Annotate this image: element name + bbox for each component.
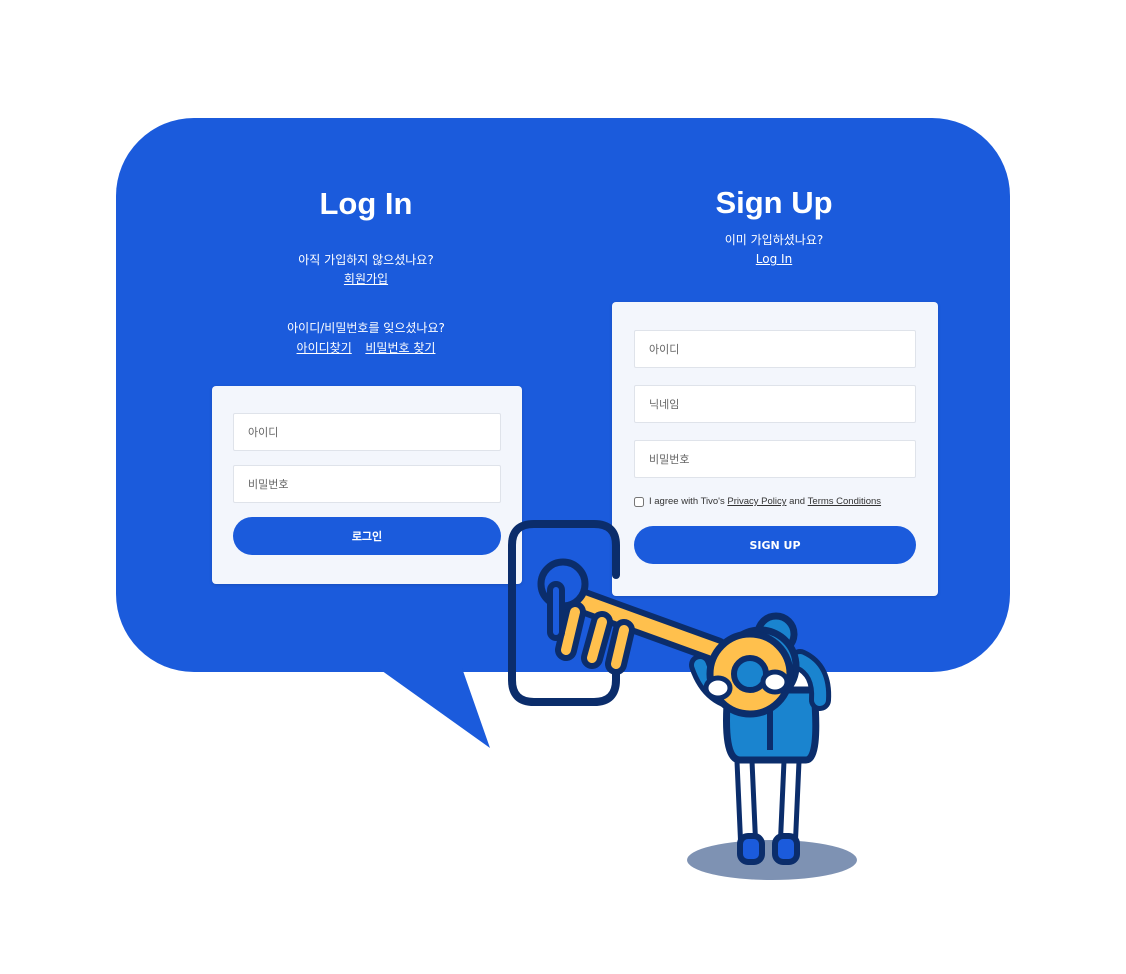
key-icon	[537, 558, 794, 718]
person-illustration	[508, 520, 857, 880]
